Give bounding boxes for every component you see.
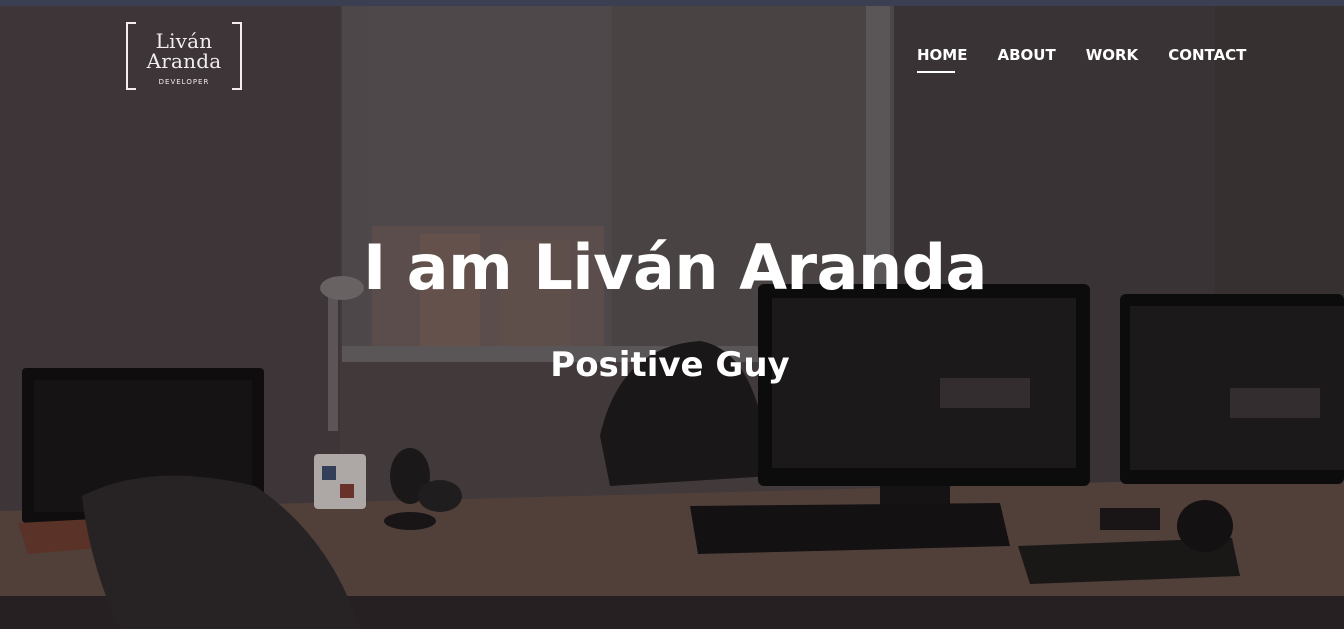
dark-overlay <box>0 6 1344 629</box>
logo-role: DEVELOPER <box>158 78 210 86</box>
nav-item-about[interactable]: ABOUT <box>997 46 1055 78</box>
nav-item-home[interactable]: HOME <box>917 46 967 78</box>
hero-subtitle: Positive Guy <box>550 345 790 385</box>
logo-right-bracket <box>232 22 242 90</box>
hero-section <box>0 6 1344 629</box>
hero-title: I am Liván Aranda <box>363 231 987 304</box>
main-nav: HOME ABOUT WORK CONTACT <box>917 46 1246 78</box>
logo-left-bracket <box>126 22 136 90</box>
site-logo[interactable]: Liván Aranda DEVELOPER <box>126 22 242 90</box>
nav-item-work[interactable]: WORK <box>1086 46 1138 78</box>
logo-last-name: Aranda <box>146 49 222 73</box>
nav-item-contact[interactable]: CONTACT <box>1168 46 1246 78</box>
logo-first-name: Liván <box>155 29 213 53</box>
